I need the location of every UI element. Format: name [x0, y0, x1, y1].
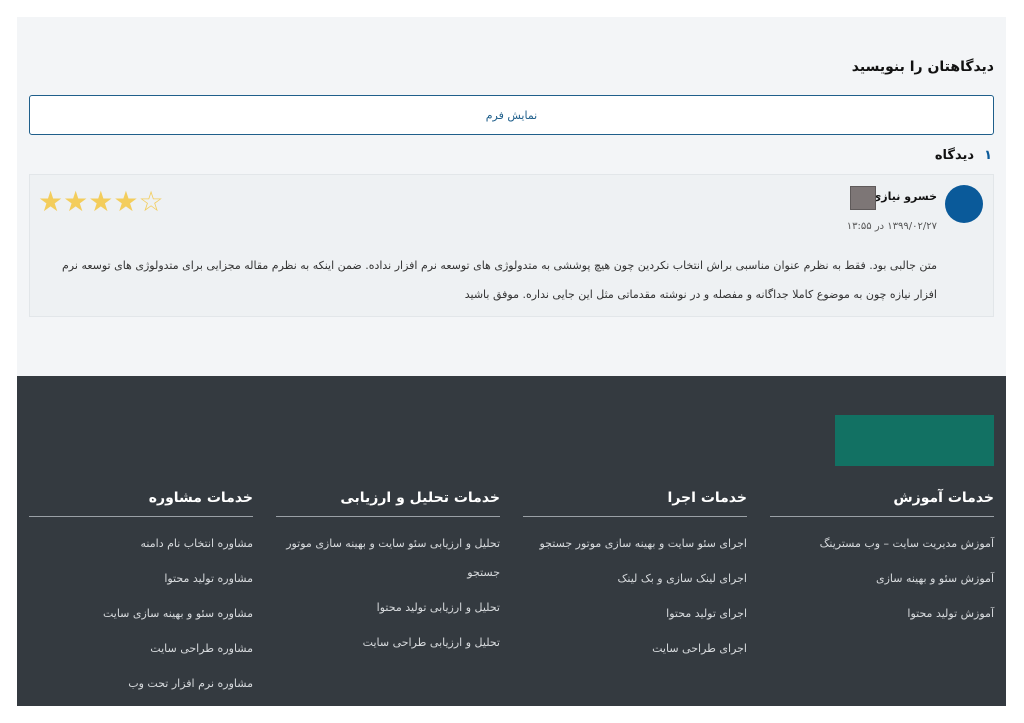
footer-link[interactable]: اجرای لینک سازی و بک لینک: [618, 572, 747, 585]
star-filled-icon: ★: [63, 185, 89, 218]
comment-date: ۱۳۹۹/۰۲/۲۷ در ۱۳:۵۵: [846, 221, 937, 232]
star-empty-icon: ☆: [138, 185, 164, 218]
footer-link[interactable]: مشاوره تولید محتوا: [164, 572, 253, 585]
comments-count: ۱ دیدگاه: [935, 148, 992, 163]
comment-item: خسرو نیازی ۱۳۹۹/۰۲/۲۷ در ۱۳:۵۵ ★ ★ ★ ★ ☆ متن…: [29, 174, 994, 317]
footer-link[interactable]: مشاوره نرم افزار تحت وب: [128, 677, 253, 690]
comments-section: دیدگاهتان را بنویسید نمایش فرم ۱ دیدگاه …: [17, 17, 1006, 376]
user-badge-icon: [850, 186, 876, 210]
site-footer: خدمات آموزش آموزش مدیریت سایت – وب مستری…: [17, 376, 1006, 706]
comment-author[interactable]: خسرو نیازی: [871, 190, 937, 203]
footer-column-education: خدمات آموزش آموزش مدیریت سایت – وب مستری…: [770, 490, 994, 634]
footer-column-title: خدمات مشاوره: [29, 490, 253, 517]
comments-count-label: دیدگاه: [934, 148, 975, 163]
footer-link[interactable]: آموزش مدیریت سایت – وب مسترینگ: [820, 537, 994, 550]
footer-link[interactable]: مشاوره سئو و بهینه سازی سایت: [103, 607, 253, 620]
rating-stars: ★ ★ ★ ★ ☆: [38, 187, 164, 217]
avatar: [945, 185, 983, 223]
footer-link[interactable]: تحلیل و ارزیابی تولید محتوا: [377, 601, 500, 614]
show-form-button[interactable]: نمایش فرم: [29, 95, 994, 135]
star-filled-icon: ★: [38, 185, 64, 218]
footer-column-title: خدمات اجرا: [523, 490, 747, 517]
footer-link[interactable]: تحلیل و ارزیابی طراحی سایت: [363, 636, 500, 649]
footer-link[interactable]: مشاوره طراحی سایت: [150, 642, 253, 655]
footer-link[interactable]: اجرای تولید محتوا: [666, 607, 747, 620]
comments-heading: دیدگاهتان را بنویسید: [851, 59, 994, 75]
comments-count-number: ۱: [984, 148, 992, 163]
star-filled-icon: ★: [88, 185, 114, 218]
footer-column-execution: خدمات اجرا اجرای سئو سایت و بهینه سازی م…: [523, 490, 747, 669]
footer-link[interactable]: اجرای طراحی سایت: [652, 642, 747, 655]
footer-column-analysis: خدمات تحلیل و ارزیابی تحلیل و ارزیابی سئ…: [276, 490, 500, 663]
footer-link[interactable]: تحلیل و ارزیابی سئو سایت و بهینه سازی مو…: [286, 537, 500, 579]
star-filled-icon: ★: [113, 185, 139, 218]
footer-link[interactable]: اجرای سئو سایت و بهینه سازی موتور جستجو: [539, 537, 747, 550]
footer-column-title: خدمات آموزش: [770, 490, 994, 517]
footer-link[interactable]: مشاوره انتخاب نام دامنه: [141, 537, 253, 550]
comment-text: متن جالبی بود. فقط به نظرم عنوان مناسبی …: [62, 259, 937, 301]
footer-link[interactable]: آموزش تولید محتوا: [907, 607, 994, 620]
footer-column-title: خدمات تحلیل و ارزیابی: [276, 490, 500, 517]
footer-column-consulting: خدمات مشاوره مشاوره انتخاب نام دامنه مشا…: [29, 490, 253, 704]
footer-logo[interactable]: [835, 415, 994, 466]
footer-link[interactable]: آموزش سئو و بهینه سازی: [876, 572, 994, 585]
